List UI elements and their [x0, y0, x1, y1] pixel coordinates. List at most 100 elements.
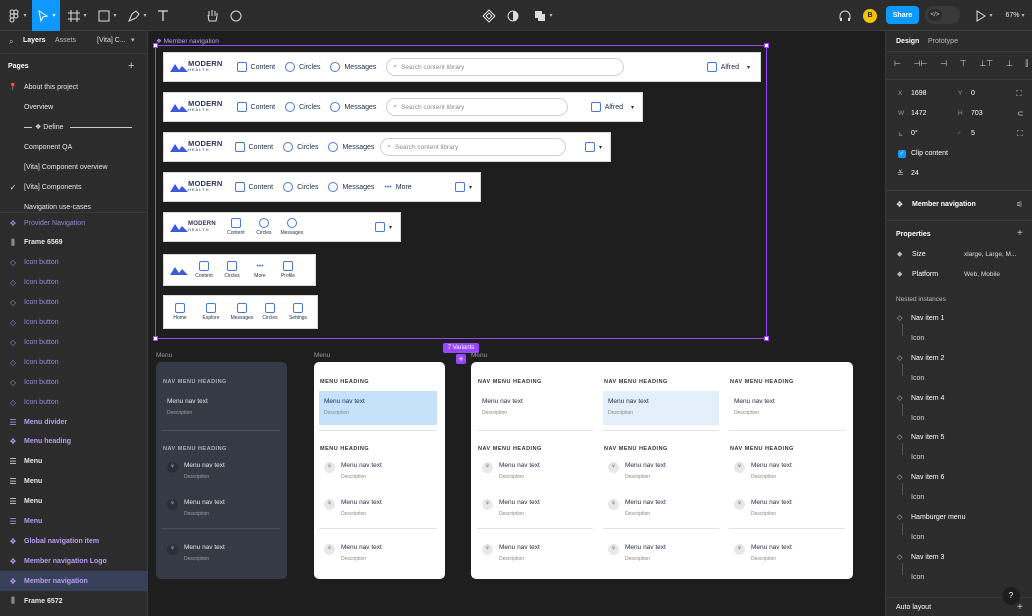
user-avatar[interactable]: B — [862, 0, 878, 31]
tab-assets[interactable]: Assets — [55, 37, 76, 44]
shape-tool-button[interactable]: ▾ — [94, 0, 120, 31]
add-page-icon[interactable]: + — [128, 60, 134, 72]
layer-item[interactable]: ◇ Icon button — [0, 372, 148, 392]
layer-item[interactable]: ◇ Icon button — [0, 352, 148, 372]
resize-handle[interactable] — [153, 336, 158, 341]
nested-instance-sub[interactable]: Icon — [911, 375, 924, 382]
menu-item[interactable]: ⚘ Menu nav text Description — [603, 460, 719, 488]
frame-label[interactable]: ❖ Member navigation — [156, 37, 219, 45]
nav-item-content[interactable]: Content — [234, 142, 273, 152]
dev-mode-toggle[interactable]: </> — [925, 6, 960, 24]
nested-instance-sub[interactable]: Icon — [911, 415, 924, 422]
canvas[interactable]: ❖ Member navigation MODERN HEALTH Content… — [148, 31, 885, 616]
audio-button[interactable] — [836, 0, 854, 31]
layer-item[interactable]: ☰ Menu — [0, 472, 148, 492]
menu-item[interactable]: ⚘ Menu nav text Description — [162, 542, 280, 570]
nav-item-messages[interactable]: Messages — [330, 62, 376, 72]
layer-item[interactable]: ⫼ Frame 6569 — [0, 233, 148, 253]
search-input[interactable]: ⌕ Search content library — [386, 58, 625, 76]
menu-item[interactable]: Menu nav text Description — [319, 391, 437, 425]
nav-item-settings[interactable]: Settings — [284, 303, 312, 321]
add-variant-icon[interactable]: + — [456, 354, 466, 364]
layer-item[interactable]: ◇ Icon button — [0, 392, 148, 412]
nav-item-messages[interactable]: Messages — [328, 142, 374, 152]
platform-value[interactable]: Web, Mobile — [964, 271, 1000, 278]
menu-item[interactable]: ⚘ Menu nav text Description — [477, 497, 593, 529]
layer-item[interactable]: ☰ Menu — [0, 452, 148, 472]
menu-variant[interactable]: NAV MENU HEADING Menu nav text Description… — [471, 362, 853, 579]
resize-handle[interactable] — [764, 43, 769, 48]
nested-instance-name[interactable]: Nav item 2 — [911, 355, 944, 362]
nav-item-circles[interactable]: Circles — [256, 303, 284, 321]
file-name[interactable]: [Vita] C... — [97, 37, 126, 44]
layer-item[interactable]: ☰ Menu divider — [0, 412, 148, 432]
nav-item-messages[interactable]: Messages — [328, 182, 374, 192]
nested-instance-sub[interactable]: Icon — [911, 574, 924, 581]
layer-item[interactable]: ❖ Member navigation Logo — [0, 551, 148, 571]
nav-item-circles[interactable]: Circles — [250, 218, 278, 236]
layer-item[interactable]: ◇ Icon button — [0, 293, 148, 313]
menu-item[interactable]: ⚘ Menu nav text Description — [319, 497, 437, 529]
nav-item-explore[interactable]: Explore — [197, 303, 225, 321]
add-property-icon[interactable]: + — [1017, 228, 1023, 239]
menu-item[interactable]: ⚘ Menu nav text Description — [162, 460, 280, 488]
clip-content-checkbox[interactable]: ✓ — [898, 150, 906, 158]
member-nav-small[interactable]: MODERN HEALTH Content Circles Messages ••… — [163, 172, 481, 202]
nav-item-content[interactable]: Content — [236, 102, 275, 112]
resize-handle[interactable] — [764, 336, 769, 341]
layer-item[interactable]: ☰ Menu — [0, 512, 148, 532]
text-tool-button[interactable] — [154, 0, 172, 31]
nav-item-more[interactable]: ••• More — [246, 261, 274, 279]
w-field[interactable]: 1472 — [911, 110, 927, 117]
menu-item[interactable]: ⚘ Menu nav text Description — [729, 460, 845, 488]
page-item[interactable]: 📍 About this project — [0, 77, 148, 97]
nav-item-circles[interactable]: Circles — [283, 182, 318, 192]
layer-item[interactable]: ❖ Member navigation — [0, 571, 148, 592]
member-nav-medium[interactable]: MODERN HEALTH Content Circles Messages ⌕ S… — [163, 132, 611, 162]
nested-instance-name[interactable]: Nav item 5 — [911, 434, 944, 441]
constraints-icon[interactable]: ⛶ — [1016, 89, 1022, 99]
chevron-down-icon[interactable]: ▾ — [131, 36, 135, 44]
nested-instance-name[interactable]: Nav item 6 — [911, 474, 944, 481]
menu-frame-label[interactable]: Menu — [471, 352, 487, 359]
menu-item[interactable]: ⚘ Menu nav text Description — [319, 460, 437, 488]
nested-instance-sub[interactable]: Icon — [911, 534, 924, 541]
member-nav-tab-bar[interactable]: Home Explore Messages Circles Settings — [163, 295, 318, 329]
menu-item[interactable]: ⚘ Menu nav text Description — [603, 497, 719, 529]
nav-item-messages[interactable]: Messages — [228, 303, 256, 321]
nav-item-messages[interactable]: Messages — [278, 218, 306, 236]
tab-prototype[interactable]: Prototype — [928, 38, 958, 45]
align-center-h-icon[interactable]: ⊣⊢ — [914, 59, 928, 69]
distribute-icon[interactable]: ⫿ — [1025, 59, 1028, 69]
menu-item[interactable]: Menu nav text Description — [477, 391, 593, 425]
nav-item-circles[interactable]: Circles — [218, 261, 246, 279]
nested-instance-sub[interactable]: Icon — [911, 494, 924, 501]
nested-instance-name[interactable]: Nav item 3 — [911, 554, 944, 561]
menu-item[interactable]: Menu nav text Description — [162, 391, 280, 425]
mask-button[interactable] — [504, 0, 522, 31]
user-menu[interactable]: Alfred ▾ — [706, 62, 750, 72]
layer-item[interactable]: ☰ Menu — [0, 492, 148, 512]
layer-item[interactable]: ❖ Provider Navigation — [0, 213, 148, 233]
radius-field[interactable]: 5 — [971, 130, 975, 137]
share-button[interactable]: Share — [886, 6, 919, 24]
nav-item-content[interactable]: Content — [236, 62, 275, 72]
component-button[interactable] — [480, 0, 498, 31]
y-field[interactable]: 0 — [971, 90, 975, 97]
gap-field[interactable]: 24 — [911, 170, 919, 177]
menu-item[interactable]: Menu nav text Description — [729, 391, 845, 425]
search-icon[interactable]: ⌕ — [9, 37, 13, 47]
user-menu[interactable]: ▾ — [584, 142, 602, 152]
menu-frame-label[interactable]: Menu — [156, 352, 172, 359]
page-item[interactable]: [Vita] Component overview — [0, 157, 148, 177]
menu-variant[interactable]: MENU HEADING Menu nav text Description MENU… — [314, 362, 445, 579]
add-auto-layout-icon[interactable]: + — [1017, 602, 1023, 613]
user-menu[interactable]: ▾ — [454, 182, 472, 192]
resize-handle[interactable] — [153, 43, 158, 48]
menu-item[interactable]: ⚘ Menu nav text Description — [477, 460, 593, 488]
x-field[interactable]: 1698 — [911, 90, 927, 97]
menu-item[interactable]: ⚘ Menu nav text Description — [477, 542, 593, 570]
main-menu-button[interactable]: ▾ — [4, 0, 30, 31]
nav-item-circles[interactable]: Circles — [283, 142, 318, 152]
pen-tool-button[interactable]: ▾ — [124, 0, 150, 31]
